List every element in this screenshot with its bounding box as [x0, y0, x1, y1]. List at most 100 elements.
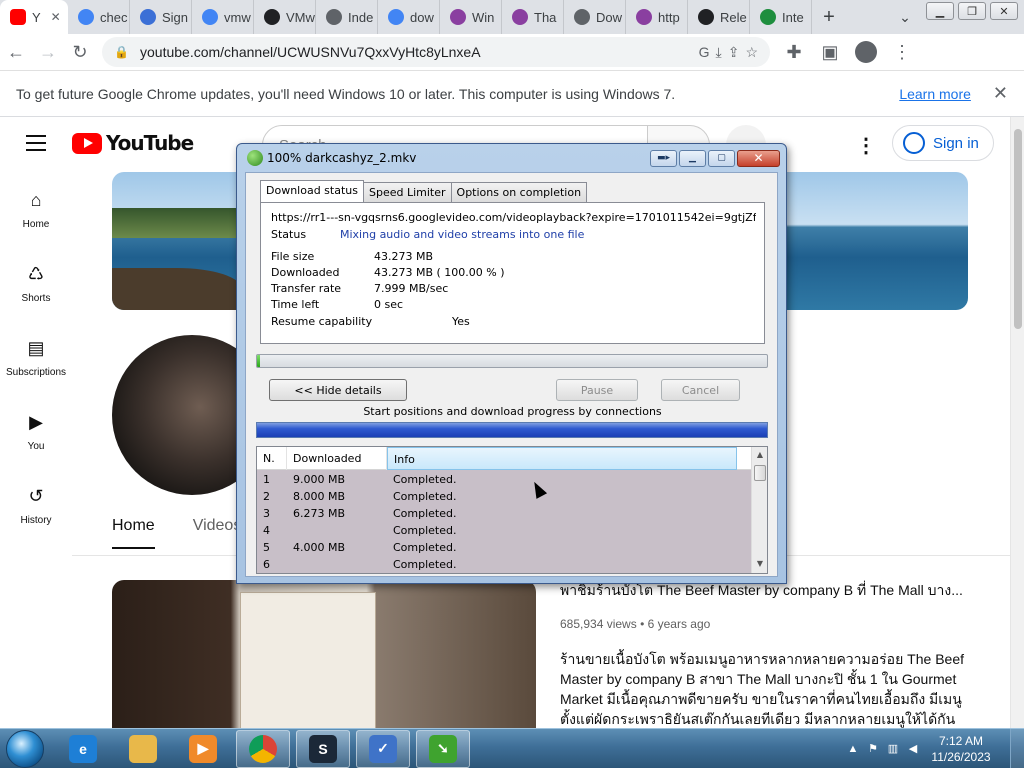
- scroll-down-arrow-icon[interactable]: ▼: [752, 556, 767, 573]
- sidebar-item-label: Home: [22, 219, 50, 230]
- connections-table-header: N. Downloaded Info: [257, 447, 751, 470]
- url-text[interactable]: youtube.com/channel/UCWUSNVu7QxxVyHtc8yL…: [140, 44, 699, 60]
- view-count: 685,934 views: [560, 617, 637, 631]
- connection-row[interactable]: 1 9.000 MB Completed.: [257, 470, 751, 487]
- browser-tab[interactable]: VMw: [254, 0, 316, 34]
- clock-time: 7:12 AM: [938, 733, 984, 748]
- tab-close-icon[interactable]: ✕: [51, 10, 61, 24]
- taskbar-button-media-player[interactable]: ▶: [176, 730, 230, 768]
- browser-tab[interactable]: vmw: [192, 0, 254, 34]
- tab-home[interactable]: Home: [112, 517, 155, 549]
- tab-search-chevron-icon[interactable]: ⌄: [888, 9, 922, 26]
- settings-more-icon[interactable]: ⋮: [856, 133, 876, 158]
- show-hidden-icons-icon[interactable]: ▲: [846, 742, 860, 756]
- close-window-button[interactable]: ✕: [990, 2, 1018, 20]
- lock-icon[interactable]: 🔒: [114, 45, 130, 59]
- connection-row[interactable]: 4 Completed.: [257, 521, 751, 538]
- connection-row[interactable]: 2 8.000 MB Completed.: [257, 487, 751, 504]
- tab-download-status[interactable]: Download status: [260, 180, 364, 202]
- scroll-up-arrow-icon[interactable]: ▲: [752, 447, 767, 464]
- taskbar-button-idm[interactable]: ➘: [416, 729, 470, 768]
- back-arrow-icon[interactable]: ←: [0, 36, 32, 68]
- connection-info-cell: Completed.: [393, 558, 457, 571]
- browser-tab[interactable]: Inte: [750, 0, 812, 34]
- side-panel-icon[interactable]: ▣: [814, 36, 846, 68]
- forward-arrow-icon[interactable]: →: [32, 36, 64, 68]
- youtube-logo[interactable]: YouTube: [72, 131, 194, 155]
- reload-icon[interactable]: ↻: [64, 36, 96, 68]
- taskbar-button-installer[interactable]: ✓: [356, 729, 410, 768]
- taskbar-button-internet-explorer[interactable]: e: [56, 730, 110, 768]
- featured-video-thumbnail[interactable]: [112, 580, 536, 728]
- restore-button[interactable]: ❐: [958, 2, 986, 20]
- connections-label: Start positions and download progress by…: [363, 405, 662, 418]
- hamburger-menu-icon[interactable]: [26, 135, 46, 151]
- connection-row[interactable]: 6 Completed.: [257, 555, 751, 572]
- sidebar-item-you[interactable]: ▶ You: [0, 411, 72, 485]
- new-tab-button[interactable]: +: [812, 0, 846, 34]
- network-icon[interactable]: ▥: [886, 742, 900, 756]
- address-bar[interactable]: 🔒 youtube.com/channel/UCWUSNVu7QxxVyHtc8…: [102, 37, 770, 67]
- idm-minimize-to-tray-button[interactable]: ▬▸: [650, 149, 677, 167]
- learn-more-link[interactable]: Learn more: [899, 86, 971, 102]
- sidebar-item-shorts[interactable]: ♺ Shorts: [0, 263, 72, 337]
- tab-label: Rele: [720, 9, 747, 25]
- sidebar-item-subscriptions[interactable]: ▤ Subscriptions: [0, 337, 72, 411]
- bookmark-star-icon[interactable]: ☆: [745, 44, 758, 61]
- action-center-flag-icon[interactable]: ⚑: [866, 742, 880, 756]
- globe-icon: [574, 9, 590, 25]
- connections-scrollbar-thumb[interactable]: [754, 465, 766, 481]
- connection-n-cell: 6: [263, 558, 270, 571]
- chrome-menu-icon[interactable]: ⋮: [886, 36, 918, 68]
- taskbar-button-chrome[interactable]: [236, 729, 290, 768]
- show-desktop-button[interactable]: [1010, 728, 1024, 768]
- file-explorer-icon: [129, 734, 157, 763]
- clock[interactable]: 7:12 AM 11/26/2023: [926, 733, 996, 765]
- tab-videos[interactable]: Videos: [193, 517, 242, 549]
- sidebar-item-home[interactable]: ⌂ Home: [0, 189, 72, 263]
- browser-tab[interactable]: Sign: [130, 0, 192, 34]
- profile-avatar-icon[interactable]: [850, 36, 882, 68]
- sign-in-button[interactable]: Sign in: [892, 125, 994, 161]
- pause-button[interactable]: Pause: [556, 379, 638, 401]
- github-icon: [698, 9, 714, 25]
- browser-tab[interactable]: chec: [68, 0, 130, 34]
- connection-row[interactable]: 5 4.000 MB Completed.: [257, 538, 751, 555]
- browser-tab[interactable]: Inde: [316, 0, 378, 34]
- idm-maximize-button[interactable]: ▢: [708, 149, 735, 167]
- browser-tab[interactable]: Y ✕: [0, 0, 68, 34]
- hide-details-button[interactable]: << Hide details: [269, 379, 407, 401]
- column-n[interactable]: N.: [257, 447, 287, 470]
- idm-titlebar[interactable]: 100% darkcashyz_2.mkv ▬▸ ▁ ▢ ✕: [237, 144, 786, 172]
- browser-tab[interactable]: Tha: [502, 0, 564, 34]
- idm-close-button[interactable]: ✕: [737, 149, 780, 167]
- home-icon: ⌂: [30, 189, 42, 210]
- connections-scrollbar[interactable]: ▲ ▼: [751, 447, 767, 573]
- page-scrollbar[interactable]: [1010, 117, 1024, 728]
- scrollbar-thumb[interactable]: [1014, 129, 1022, 329]
- install-app-icon[interactable]: ⤓: [716, 44, 722, 61]
- browser-tab[interactable]: Rele: [688, 0, 750, 34]
- google-lens-icon[interactable]: G: [699, 44, 710, 61]
- tab-options-on-completion[interactable]: Options on completion: [450, 182, 588, 202]
- start-button[interactable]: [6, 729, 44, 768]
- taskbar-button-steam[interactable]: S: [296, 729, 350, 768]
- column-downloaded[interactable]: Downloaded: [287, 447, 387, 470]
- connection-n-cell: 1: [263, 473, 270, 486]
- connection-row[interactable]: 3 6.273 MB Completed.: [257, 504, 751, 521]
- infobar-close-icon[interactable]: ✕: [993, 83, 1008, 104]
- share-icon[interactable]: ⇪: [728, 44, 740, 61]
- cancel-button[interactable]: Cancel: [661, 379, 740, 401]
- sidebar-item-history[interactable]: ↺ History: [0, 485, 72, 559]
- column-info[interactable]: Info: [387, 447, 737, 470]
- extensions-puzzle-icon[interactable]: ✚: [778, 36, 810, 68]
- tab-speed-limiter[interactable]: Speed Limiter: [362, 182, 452, 202]
- browser-tab[interactable]: Win: [440, 0, 502, 34]
- taskbar-button-file-explorer[interactable]: [116, 730, 170, 768]
- volume-muted-icon[interactable]: ◀: [906, 742, 920, 756]
- minimize-button[interactable]: ▁: [926, 2, 954, 20]
- browser-tab[interactable]: http: [626, 0, 688, 34]
- browser-tab[interactable]: dow: [378, 0, 440, 34]
- browser-tab[interactable]: Dow: [564, 0, 626, 34]
- idm-minimize-button[interactable]: ▁: [679, 149, 706, 167]
